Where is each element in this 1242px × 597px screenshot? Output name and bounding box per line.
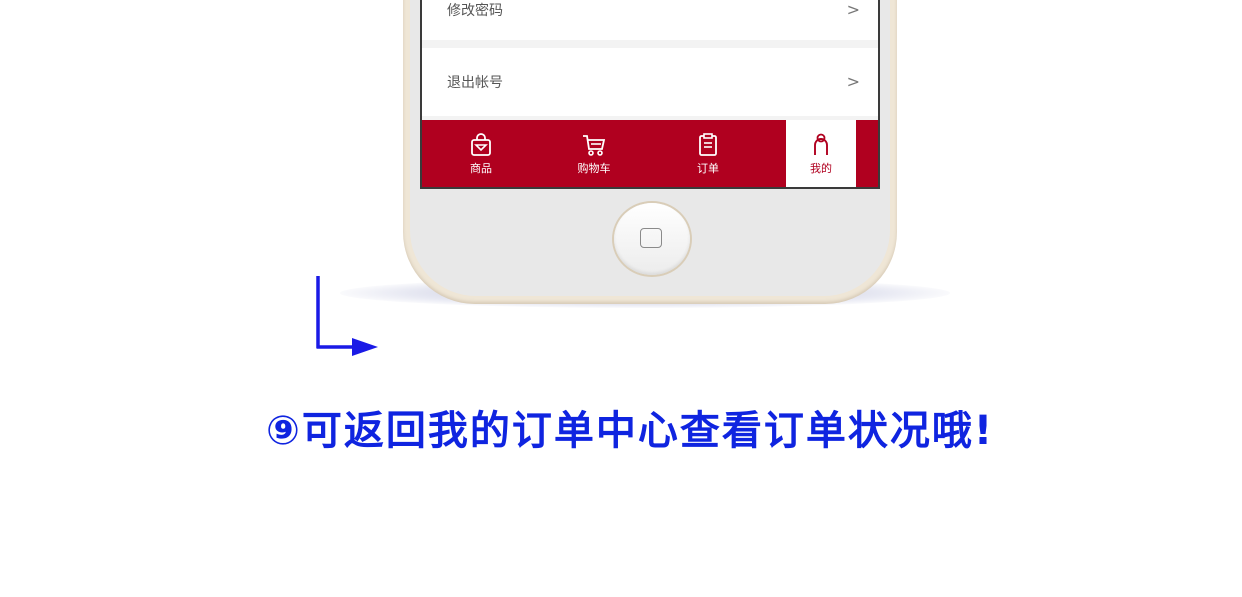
- instruction-caption: ⑨可返回我的订单中心查看订单状况哦!: [266, 408, 995, 454]
- pointer-arrow-icon: [316, 276, 378, 356]
- phone-screen: 修改密码 > 退出帐号 > 商品 购物车 订单 我的: [420, 0, 880, 189]
- logout-row[interactable]: 退出帐号 >: [422, 48, 878, 116]
- shopping-bag-icon: [471, 132, 491, 156]
- tab-orders-label: 订单: [697, 161, 719, 175]
- change-password-row[interactable]: 修改密码 >: [422, 0, 878, 40]
- change-password-label: 修改密码: [447, 3, 503, 19]
- home-square-icon: [640, 228, 662, 248]
- logout-label: 退出帐号: [447, 75, 503, 91]
- clipboard-icon: [699, 132, 717, 156]
- tutorial-stage: 修改密码 > 退出帐号 > 商品 购物车 订单 我的 ⑨可返回我的订单中心查看订…: [0, 0, 1242, 597]
- home-button[interactable]: [614, 203, 690, 275]
- bottom-tab-bar: 商品 购物车 订单 我的: [422, 120, 878, 187]
- cart-icon: [583, 134, 606, 156]
- tab-goods[interactable]: 商品: [446, 120, 516, 187]
- chevron-right-icon: >: [846, 0, 860, 19]
- tab-mine-label: 我的: [810, 161, 832, 175]
- tab-cart[interactable]: 购物车: [559, 120, 629, 187]
- tab-goods-label: 商品: [470, 161, 492, 175]
- tab-mine[interactable]: 我的: [786, 120, 856, 187]
- tab-orders[interactable]: 订单: [673, 120, 743, 187]
- chevron-right-icon: >: [846, 72, 860, 91]
- tab-cart-label: 购物车: [577, 161, 611, 175]
- user-icon: [814, 133, 828, 155]
